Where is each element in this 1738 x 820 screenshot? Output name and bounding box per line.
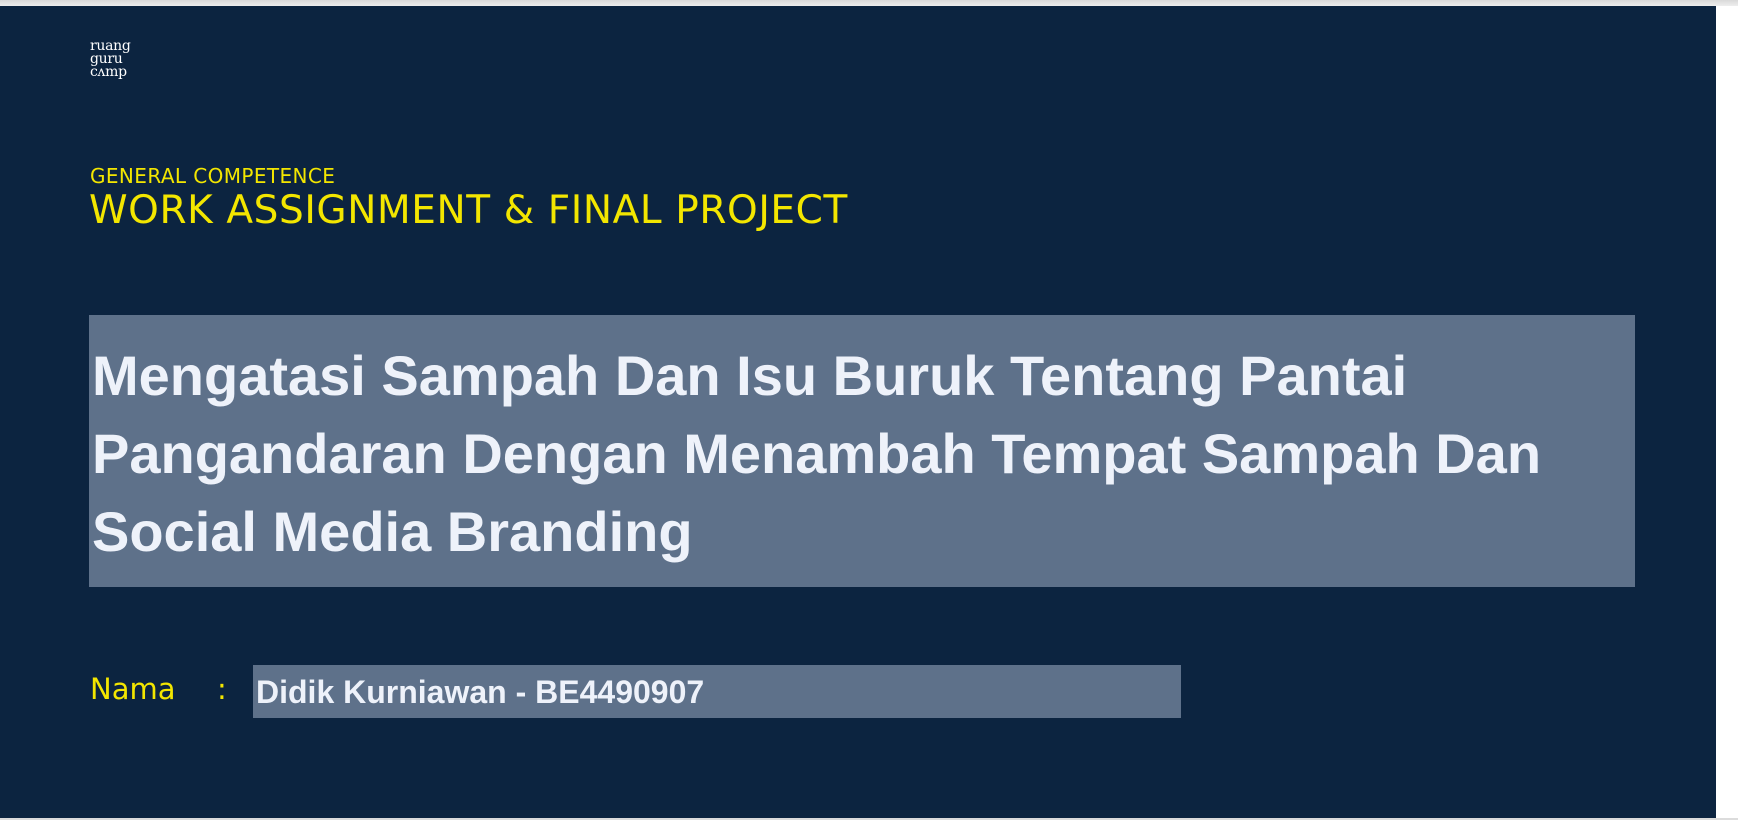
section-eyebrow: GENERAL COMPETENCE: [90, 164, 336, 188]
name-label: Nama: [90, 672, 176, 706]
logo-line-3: cʌmp: [90, 64, 127, 80]
ruangguru-camp-logo: ruang guru cʌmp: [90, 39, 131, 80]
name-field[interactable]: Didik Kurniawan - BE4490907: [253, 665, 1181, 718]
project-title-field[interactable]: Mengatasi Sampah Dan Isu Buruk Tentang P…: [89, 315, 1635, 587]
page-title: WORK ASSIGNMENT & FINAL PROJECT: [89, 188, 848, 233]
project-title-text: Mengatasi Sampah Dan Isu Buruk Tentang P…: [92, 344, 1542, 563]
name-value: Didik Kurniawan - BE4490907: [256, 674, 705, 710]
name-separator: :: [217, 672, 227, 706]
slide: ruang guru cʌmp GENERAL COMPETENCE WORK …: [0, 6, 1716, 818]
right-margin: [1716, 6, 1738, 820]
